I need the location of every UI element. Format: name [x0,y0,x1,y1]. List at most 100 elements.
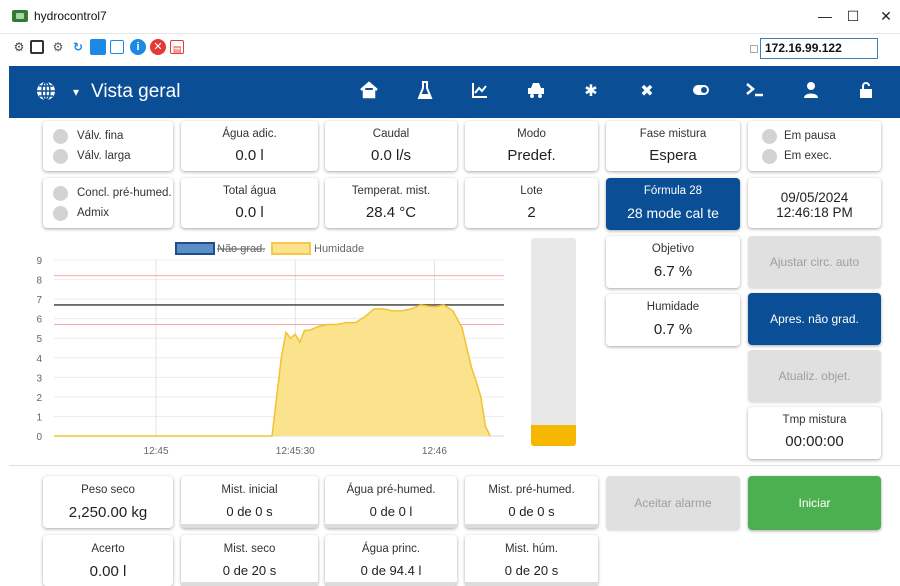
water-added-label: Água adic. [222,128,277,140]
prewet-mix-value: 0 de 0 s [508,504,555,519]
main-water-label: Água princ. [361,543,421,555]
batch-card: Lote 2 [465,178,598,228]
windows-icon[interactable] [90,39,106,55]
accept-alarm-button[interactable]: Aceitar alarme [606,476,740,530]
valve-large-label: Válv. larga [77,150,131,162]
dry-weight-card: Peso seco 2,250.00 kg [43,476,173,528]
info-icon[interactable]: i [130,39,146,55]
flask-icon[interactable] [414,81,436,103]
window-titlebar: hydrocontrol7 — ☐ ✕ [0,0,900,34]
level-gauge [531,238,576,446]
y-tick-label: 8 [36,276,42,287]
formula-value: 28 mode cal te [627,205,719,221]
progress-bar [465,582,598,586]
network-icon[interactable]: ⚙ [11,39,27,55]
accept-alarm-label: Aceitar alarme [634,496,712,510]
legend-label-humidity[interactable]: Humidade [314,243,364,255]
legend-swatch-ungraded[interactable] [175,242,215,255]
adjust-auto-label: Ajustar circ. auto [769,255,860,269]
adjustment-card: Acerto 0.00 l [43,535,173,586]
wet-mix-card: Mist. húm. 0 de 20 s [465,535,598,586]
ip-address-field[interactable]: 172.16.99.122 [760,38,878,59]
valve-fine-label: Válv. fina [77,130,124,142]
minimize-button[interactable]: — [815,8,835,24]
status-dot [762,129,777,144]
window-icon[interactable] [30,40,44,54]
formula-label: Fórmula 28 [643,185,703,197]
chart-y-axis: 0 1 2 3 4 5 6 7 8 9 [36,256,42,443]
initial-mix-value: 0 de 0 s [226,504,273,519]
paused-label: Em pausa [784,130,836,142]
unlock-icon[interactable] [855,81,877,103]
window-title: hydrocontrol7 [34,9,107,23]
mix-phase-label: Fase mistura [639,128,707,140]
stop-icon[interactable]: ✕ [150,39,166,55]
chart-icon[interactable] [469,81,491,103]
date-value: 09/05/2024 [780,190,849,205]
legend-label-ungraded[interactable]: Não grad. [217,243,265,255]
y-tick-label: 5 [36,334,42,345]
ip-checkbox[interactable] [750,45,758,53]
y-tick-label: 4 [36,354,42,365]
batch-label: Lote [520,185,543,197]
user-icon[interactable] [800,81,822,103]
y-tick-label: 0 [36,432,42,443]
y-tick-label: 6 [36,315,42,326]
mix-temp-label: Temperat. mist. [351,185,431,197]
datetime-card: 09/05/2024 12:46:18 PM [748,178,881,228]
home-icon[interactable] [358,81,380,103]
progress-bar [181,524,318,528]
water-added-value: 0.0 l [235,147,264,164]
mode-label: Modo [517,128,546,140]
mix-time-card: Tmp mistura 00:00:00 [748,407,881,459]
document-icon[interactable] [110,40,124,54]
page-title[interactable]: Vista geral [91,81,180,103]
start-button[interactable]: Iniciar [748,476,881,530]
wet-mix-value: 0 de 20 s [504,563,559,578]
initial-mix-card: Mist. inicial 0 de 0 s [181,476,318,528]
close-button[interactable]: ✕ [876,8,896,25]
prewet-indicator-card: Concl. pré-humed. Admix [43,178,173,228]
export-icon[interactable]: ▤ [170,40,184,54]
show-ungraded-label: Apres. não grad. [770,312,859,326]
flow-value: 0.0 l/s [370,147,412,164]
toggle-icon[interactable] [690,81,712,103]
status-dot [53,186,68,201]
humidity-card: Humidade 0.7 % [606,294,740,346]
total-water-card: Total água 0.0 l [181,178,318,228]
y-tick-label: 9 [36,256,42,267]
adjustment-value: 0.00 l [89,563,127,580]
y-tick-label: 7 [36,295,42,306]
maximize-button[interactable]: ☐ [843,8,863,25]
status-dot [53,206,68,221]
main-water-value: 0 de 94.4 l [360,563,422,578]
tools-icon[interactable]: ✖ [636,81,658,103]
gear-icon[interactable]: ✱ [580,81,602,103]
batch-value: 2 [527,204,536,221]
adjust-auto-button[interactable]: Ajustar circ. auto [748,236,881,288]
x-tick-label: 12:45:30 [276,446,315,457]
dry-mix-value: 0 de 20 s [222,563,277,578]
progress-bar [325,524,457,528]
prewet-water-label: Água pré-humed. [346,484,436,496]
refresh-icon[interactable]: ↻ [70,39,86,55]
humidity-label: Humidade [646,301,700,313]
y-tick-label: 1 [36,412,42,423]
total-water-value: 0.0 l [235,204,264,221]
show-ungraded-button[interactable]: Apres. não grad. [748,293,881,345]
terminal-icon[interactable] [744,81,766,103]
mixer-icon[interactable] [525,81,547,103]
chevron-down-icon[interactable]: ▾ [65,81,87,103]
y-tick-label: 2 [36,393,42,404]
progress-bar [465,524,598,528]
main-water-card: Água princ. 0 de 94.4 l [325,535,457,586]
mix-temp-value: 28.4 °C [365,204,417,221]
legend-swatch-humidity[interactable] [271,242,311,255]
x-tick-label: 12:45 [144,446,169,457]
settings-icon[interactable]: ⚙ [50,39,66,55]
update-objective-button[interactable]: Atualiz. objet. [748,350,881,402]
globe-icon[interactable] [35,81,57,103]
formula-button[interactable]: Fórmula 28 28 mode cal te [606,178,740,230]
start-label: Iniciar [798,496,831,510]
progress-bar [325,582,457,586]
